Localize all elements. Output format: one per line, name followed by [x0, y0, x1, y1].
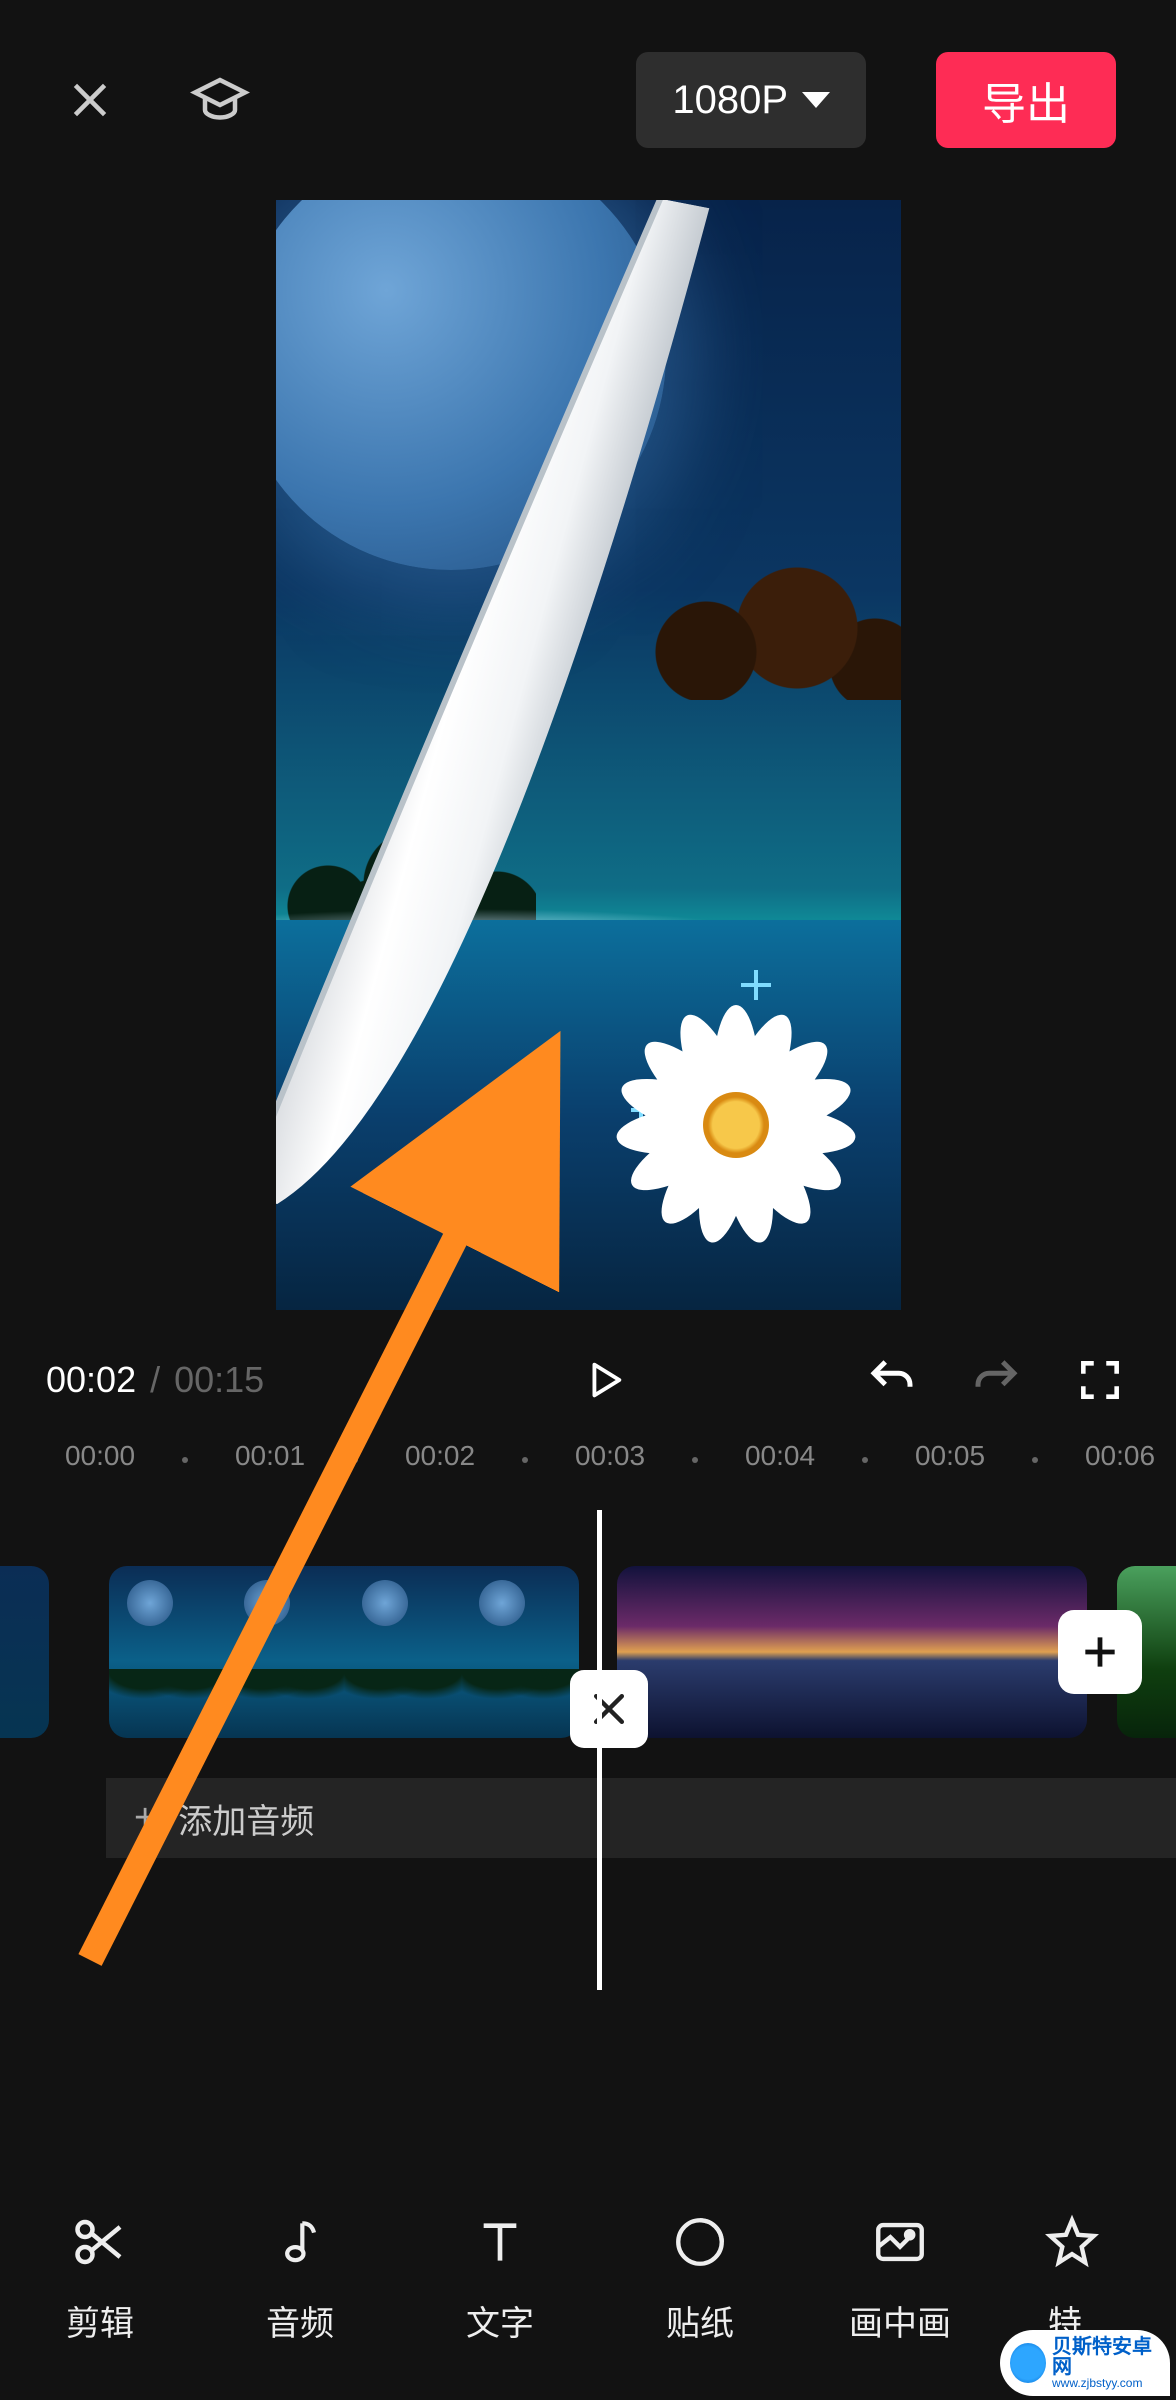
transition-button[interactable] [570, 1670, 648, 1748]
add-audio-label: 添加音频 [178, 1794, 314, 1843]
timeline-ruler[interactable]: 00:00 00:01 00:02 00:03 00:04 00:05 00:0… [0, 1440, 1176, 1510]
ruler-dot [352, 1457, 358, 1463]
close-button[interactable] [60, 70, 120, 130]
ruler-dot [1032, 1457, 1038, 1463]
undo-button[interactable] [862, 1350, 922, 1410]
export-label: 导出 [982, 68, 1070, 132]
watermark-url: www.zjbstyy.com [1052, 2377, 1160, 2389]
ruler-tick: 00:06 [1085, 1440, 1155, 1472]
close-icon [65, 75, 115, 125]
ruler-tick: 00:03 [575, 1440, 645, 1472]
total-time: 00:15 [174, 1359, 264, 1401]
tool-label: 文字 [466, 2296, 534, 2345]
tool-label: 画中画 [849, 2296, 951, 2345]
tool-edit[interactable]: 剪辑 [0, 2210, 200, 2345]
tool-text[interactable]: 文字 [400, 2210, 600, 2345]
fullscreen-icon [1075, 1355, 1125, 1405]
sparkle-icon [741, 970, 771, 1000]
tool-label: 贴纸 [666, 2296, 734, 2345]
globe-icon [1010, 2343, 1046, 2383]
undo-icon [865, 1353, 919, 1407]
ruler-tick: 00:04 [745, 1440, 815, 1472]
play-button[interactable] [574, 1350, 634, 1410]
clip-track[interactable] [0, 1566, 1176, 1738]
ruler-dot [692, 1457, 698, 1463]
preview-area [0, 200, 1176, 1330]
resolution-button[interactable]: 1080P [636, 52, 866, 148]
add-clip-button[interactable] [1058, 1610, 1142, 1694]
music-note-icon [268, 2210, 332, 2274]
tool-sticker[interactable]: 贴纸 [600, 2210, 800, 2345]
transition-icon [587, 1687, 631, 1731]
scissors-icon [68, 2210, 132, 2274]
top-bar: 1080P 导出 [0, 0, 1176, 200]
redo-button[interactable] [966, 1350, 1026, 1410]
player-controls: 00:02 / 00:15 [0, 1330, 1176, 1430]
tool-label: 剪辑 [66, 2296, 134, 2345]
video-preview[interactable] [276, 200, 901, 1310]
video-clip-1[interactable] [109, 1566, 579, 1738]
ruler-tick: 00:00 [65, 1440, 135, 1472]
tutorial-button[interactable] [190, 70, 250, 130]
ruler-dot [862, 1457, 868, 1463]
ruler-tick: 00:02 [405, 1440, 475, 1472]
plus-icon [1078, 1630, 1122, 1674]
resolution-label: 1080P [672, 78, 788, 123]
watermark-title: 贝斯特安卓网 [1052, 2337, 1160, 2377]
flower-graphic [611, 1000, 861, 1250]
play-icon [581, 1357, 627, 1403]
chevron-down-icon [802, 92, 830, 108]
watermark: 贝斯特安卓网 www.zjbstyy.com [1000, 2330, 1170, 2396]
ruler-tick: 00:05 [915, 1440, 985, 1472]
export-button[interactable]: 导出 [936, 52, 1116, 148]
redo-icon [969, 1353, 1023, 1407]
ruler-dot [182, 1457, 188, 1463]
graduation-cap-icon [190, 70, 250, 130]
plus-icon: + [134, 1797, 156, 1840]
tool-label: 音频 [266, 2296, 334, 2345]
fullscreen-button[interactable] [1070, 1350, 1130, 1410]
ruler-tick: 00:01 [235, 1440, 305, 1472]
current-time: 00:02 [46, 1359, 136, 1401]
tool-effect[interactable]: 特 [1000, 2210, 1110, 2345]
text-icon [468, 2210, 532, 2274]
star-icon [1040, 2210, 1104, 2274]
playhead[interactable] [597, 1510, 602, 1990]
video-clip-2[interactable] [617, 1566, 1087, 1738]
picture-in-picture-icon [868, 2210, 932, 2274]
sticker-icon [668, 2210, 732, 2274]
timeline-track-area: + 添加音频 [0, 1510, 1176, 1930]
time-separator: / [150, 1359, 160, 1401]
clip-edge[interactable] [0, 1566, 49, 1738]
add-audio-track[interactable]: + 添加音频 [106, 1778, 1176, 1858]
ruler-dot [522, 1457, 528, 1463]
tool-pip[interactable]: 画中画 [800, 2210, 1000, 2345]
tool-audio[interactable]: 音频 [200, 2210, 400, 2345]
